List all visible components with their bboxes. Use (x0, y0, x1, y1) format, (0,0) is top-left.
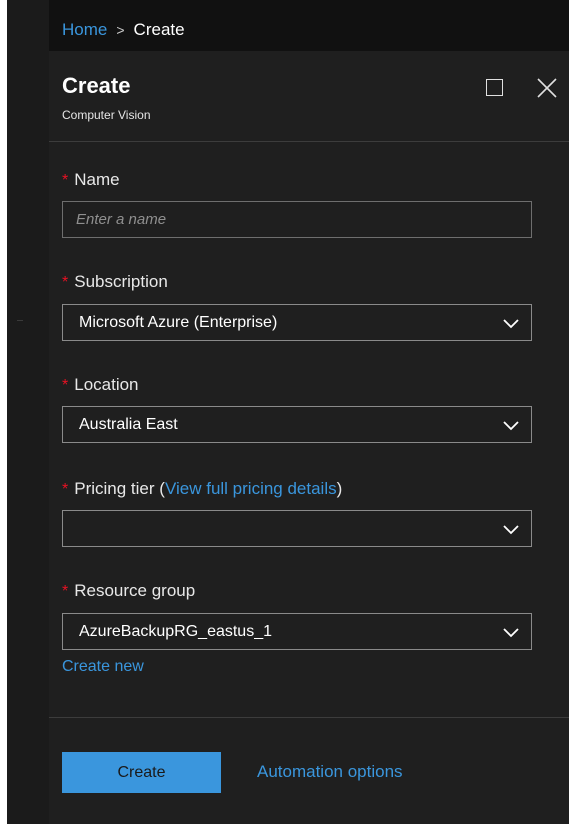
location-label-text: Location (74, 375, 139, 394)
name-input[interactable] (62, 201, 532, 238)
resource-group-label-text: Resource group (74, 581, 196, 600)
location-label: * Location (62, 375, 139, 395)
create-button[interactable]: Create (62, 752, 221, 793)
view-pricing-details-link[interactable]: View full pricing details (165, 479, 337, 498)
breadcrumb-separator: > (116, 22, 125, 38)
pricing-link-close-paren: ) (336, 479, 343, 498)
maximize-button[interactable] (486, 79, 504, 97)
page-title: Create (62, 73, 131, 98)
location-selected-value: Australia East (79, 416, 178, 433)
resource-group-label: * Resource group (62, 581, 195, 601)
breadcrumb-home-link[interactable]: Home (62, 20, 107, 40)
required-marker: * (62, 172, 69, 189)
chevron-down-icon (503, 421, 519, 431)
subscription-label-text: Subscription (74, 272, 168, 291)
required-marker: * (62, 377, 69, 394)
blade-header: Create Computer Vision (49, 51, 569, 142)
resource-group-selected-value: AzureBackupRG_eastus_1 (79, 623, 272, 640)
create-new-resource-group-link[interactable]: Create new (62, 658, 144, 676)
close-button[interactable] (536, 77, 558, 99)
required-marker: * (62, 481, 69, 498)
pricing-tier-dropdown[interactable] (62, 510, 532, 547)
pricing-tier-label: * Pricing tier (View full pricing details… (62, 479, 342, 499)
footer-divider (49, 717, 569, 718)
portal-side-rail (7, 0, 49, 824)
name-label-text: Name (74, 170, 120, 189)
resource-group-dropdown[interactable]: AzureBackupRG_eastus_1 (62, 613, 532, 650)
maximize-icon (486, 79, 503, 96)
subscription-label: * Subscription (62, 272, 168, 292)
rail-divider (17, 320, 23, 321)
required-marker: * (62, 274, 69, 291)
breadcrumb-current: Create (133, 20, 185, 39)
chevron-down-icon (503, 525, 519, 535)
close-icon (537, 78, 557, 98)
page-subtitle: Computer Vision (62, 108, 151, 122)
breadcrumb-bar: Home > Create (49, 0, 569, 51)
page-edge (0, 0, 7, 824)
pricing-tier-label-text: Pricing tier (74, 479, 155, 498)
chevron-down-icon (503, 628, 519, 638)
required-marker: * (62, 583, 69, 600)
subscription-selected-value: Microsoft Azure (Enterprise) (79, 314, 278, 331)
breadcrumb: Home > Create (62, 20, 185, 40)
subscription-dropdown[interactable]: Microsoft Azure (Enterprise) (62, 304, 532, 341)
automation-options-link[interactable]: Automation options (257, 762, 403, 782)
location-dropdown[interactable]: Australia East (62, 406, 532, 443)
name-label: * Name (62, 170, 120, 190)
chevron-down-icon (503, 319, 519, 329)
create-blade: Home > Create Create Computer Vision * Na… (49, 0, 569, 824)
